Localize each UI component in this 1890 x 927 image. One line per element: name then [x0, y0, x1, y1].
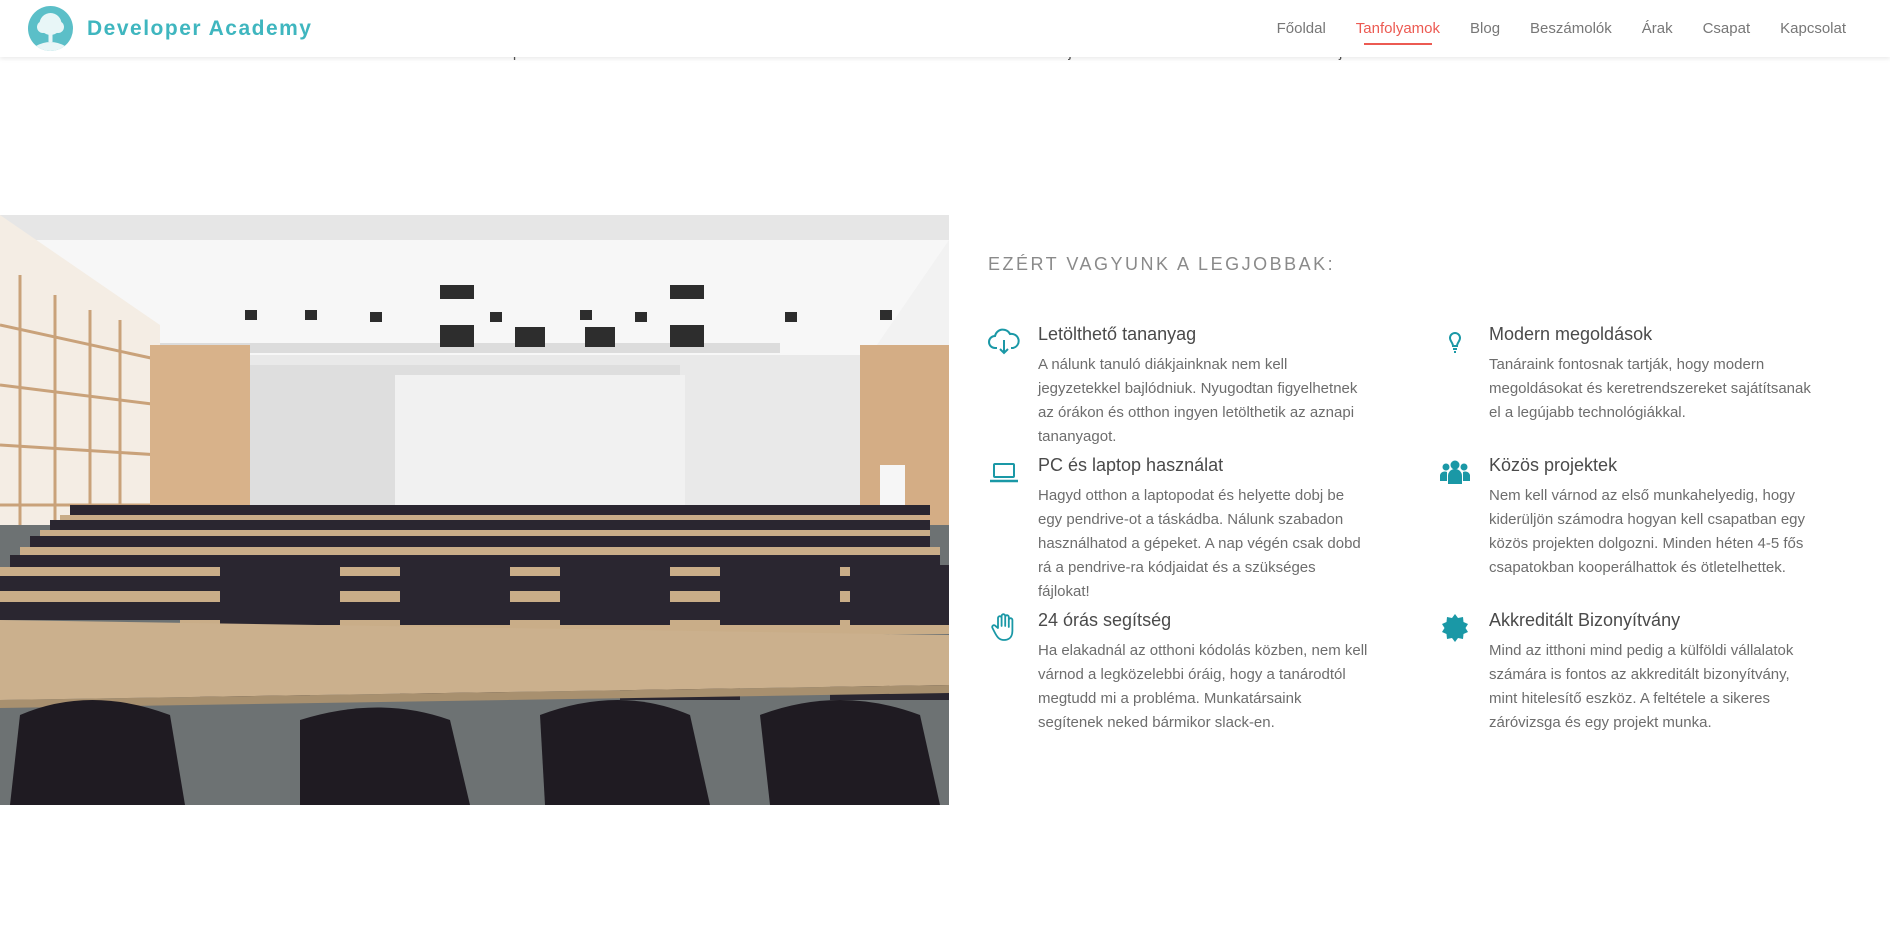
- lightbulb-icon: [1448, 332, 1462, 353]
- hand-icon: [991, 613, 1014, 641]
- feature-downloadable-material: Letölthető tananyag A nálunk tanuló diák…: [988, 323, 1368, 449]
- navbar: Developer Academy Főoldal Tanfolyamok Bl…: [0, 0, 1890, 57]
- feature-title: Közös projektek: [1489, 455, 1618, 475]
- nav-link-kapcsolat[interactable]: Kapcsolat: [1780, 16, 1846, 41]
- feature-title: 24 órás segítség: [1038, 610, 1172, 630]
- nav-link-tanfolyamok[interactable]: Tanfolyamok: [1356, 16, 1440, 45]
- users-icon: [1440, 460, 1470, 484]
- feature-team-projects: Közös projektek Nem kell várnod az első …: [1439, 454, 1819, 580]
- feature-title: PC és laptop használat: [1038, 455, 1224, 475]
- main-nav: Főoldal Tanfolyamok Blog Beszámolók Árak…: [1247, 0, 1846, 57]
- brand-name: Developer Academy: [87, 16, 313, 40]
- feature-text: Mind az itthoni mind pedig a külföldi vá…: [1489, 642, 1794, 731]
- feature-pc-laptop: PC és laptop használat Hagyd otthon a la…: [988, 454, 1368, 604]
- nav-link-fooldal[interactable]: Főoldal: [1277, 16, 1326, 41]
- feature-text: Tanáraink fontosnak tartják, hogy modern…: [1489, 356, 1811, 421]
- feature-title: Modern megoldások: [1489, 324, 1653, 344]
- cloud-download-icon: [988, 328, 1020, 355]
- nav-link-blog[interactable]: Blog: [1470, 16, 1500, 41]
- feature-text: A nálunk tanuló diákjainknak nem kell je…: [1038, 356, 1358, 445]
- feature-title: Letölthető tananyag: [1038, 324, 1197, 344]
- feature-accredited-certificate: Akkreditált Bizonyítvány Mind az itthoni…: [1439, 609, 1819, 735]
- section-title: EZÉRT VAGYUNK A LEGJOBBAK:: [988, 254, 1336, 274]
- feature-text: Nem kell várnod az első munkahelyedig, h…: [1489, 487, 1806, 576]
- nav-link-beszamolok[interactable]: Beszámolók: [1530, 16, 1612, 41]
- brand-link[interactable]: Developer Academy: [28, 6, 312, 51]
- lecture-hall-image: [0, 215, 949, 805]
- logo-icon: [28, 6, 73, 51]
- feature-modern-solutions: Modern megoldások Tanáraink fontosnak ta…: [1439, 323, 1819, 425]
- nav-link-csapat[interactable]: Csapat: [1703, 16, 1751, 41]
- feature-text: Ha elakadnál az otthoni kódolás közben, …: [1038, 642, 1368, 731]
- feature-title: Akkreditált Bizonyítvány: [1489, 610, 1681, 630]
- laptop-icon: [990, 463, 1018, 483]
- nav-link-arak[interactable]: Árak: [1642, 16, 1673, 41]
- feature-24h-support: 24 órás segítség Ha elakadnál az otthoni…: [988, 609, 1368, 735]
- certificate-icon: [1442, 614, 1468, 642]
- feature-text: Hagyd otthon a laptopodat és helyette do…: [1038, 487, 1361, 600]
